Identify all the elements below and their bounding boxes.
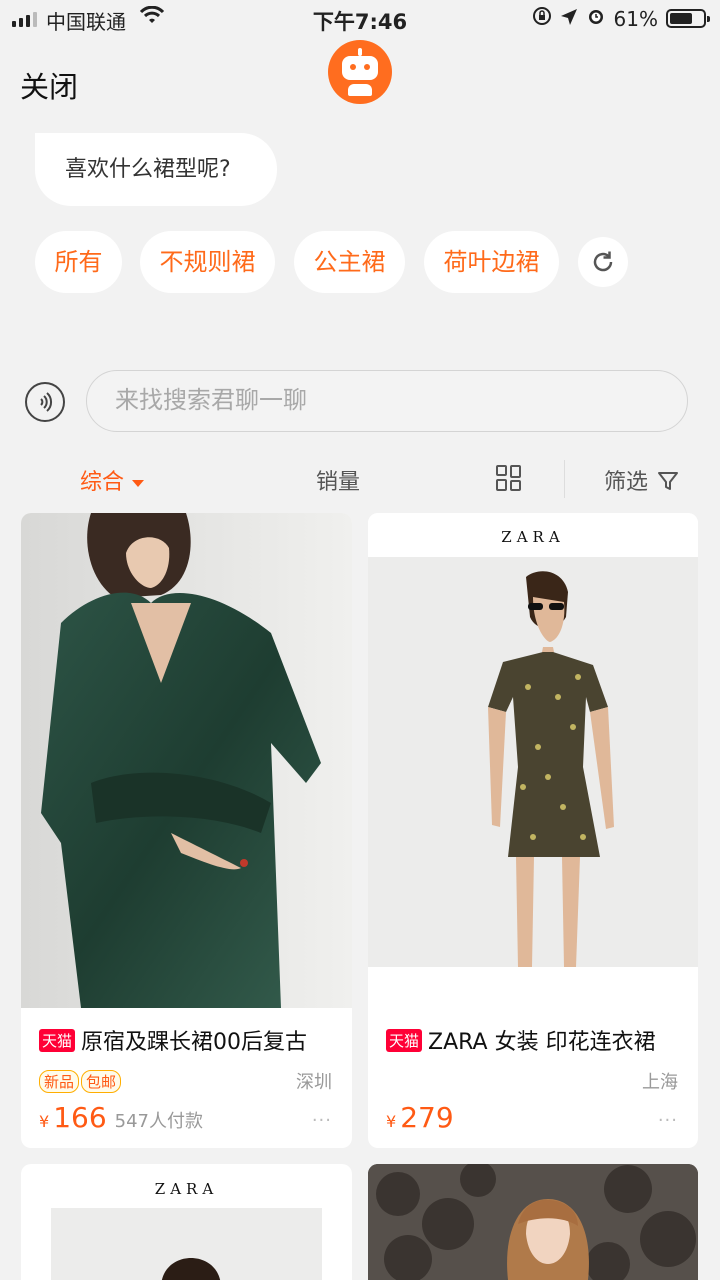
more-icon[interactable]: ··· bbox=[312, 1110, 332, 1131]
product-image[interactable] bbox=[51, 1208, 322, 1280]
filter-label: 筛选 bbox=[604, 470, 649, 495]
grid-view-icon[interactable] bbox=[496, 465, 522, 491]
status-bar: 中国联通 下午7:46 61% bbox=[0, 0, 720, 38]
chip-all[interactable]: 所有 bbox=[35, 231, 122, 293]
alarm-icon bbox=[586, 6, 606, 31]
product-price: ¥166 547人付款 bbox=[39, 1101, 203, 1134]
product-tags: 新品 包邮 bbox=[39, 1070, 123, 1093]
tmall-badge: 天猫 bbox=[39, 1029, 76, 1052]
product-price: ¥279 bbox=[386, 1101, 454, 1134]
voice-wave-icon bbox=[40, 392, 53, 412]
product-image[interactable]: ZARA bbox=[368, 513, 698, 968]
chip-irregular-skirt[interactable]: 不规则裙 bbox=[140, 231, 275, 293]
divider bbox=[564, 460, 565, 498]
zara-logo: ZARA bbox=[154, 1180, 219, 1198]
caret-down-icon bbox=[132, 479, 145, 487]
close-button[interactable]: 关闭 bbox=[20, 64, 78, 106]
sort-comprehensive-label: 综合 bbox=[80, 470, 125, 495]
filter-icon bbox=[658, 472, 679, 490]
more-icon[interactable]: ··· bbox=[658, 1110, 678, 1131]
filter-button[interactable]: 筛选 bbox=[604, 464, 679, 496]
sort-sales[interactable]: 销量 bbox=[316, 464, 360, 496]
assistant-robot-avatar[interactable] bbox=[328, 40, 392, 104]
product-card[interactable]: ZARA 天猫 ZARA 女装 印花连衣裙 上海 ¥279 ··· bbox=[368, 513, 698, 1148]
product-image[interactable] bbox=[368, 1164, 698, 1280]
price-value: 166 bbox=[53, 1101, 107, 1134]
product-location: 上海 bbox=[642, 1072, 678, 1093]
product-title[interactable]: 天猫 ZARA 女装 印花连衣裙 bbox=[386, 1024, 656, 1056]
product-card[interactable]: ZARA bbox=[21, 1164, 352, 1280]
sold-count: 547人付款 bbox=[114, 1111, 203, 1132]
voice-button[interactable] bbox=[25, 382, 65, 422]
product-card[interactable]: 天猫 原宿及踝长裙00后复古 新品 包邮 深圳 ¥166 547人付款 ··· bbox=[21, 513, 352, 1148]
refresh-button[interactable] bbox=[578, 237, 628, 287]
location-arrow-icon bbox=[560, 7, 578, 31]
chip-ruffle-skirt[interactable]: 荷叶边裙 bbox=[424, 231, 559, 293]
sort-comprehensive[interactable]: 综合 bbox=[80, 464, 145, 496]
refresh-icon bbox=[593, 251, 613, 272]
tag-new: 新品 bbox=[39, 1070, 80, 1093]
price-value: 279 bbox=[400, 1101, 454, 1134]
product-title-text: 原宿及踝长裙00后复古 bbox=[81, 1030, 308, 1055]
currency-symbol: ¥ bbox=[39, 1112, 50, 1131]
zara-logo: ZARA bbox=[501, 528, 565, 546]
tag-free-shipping: 包邮 bbox=[81, 1070, 122, 1093]
product-location: 深圳 bbox=[296, 1072, 332, 1093]
battery-icon bbox=[666, 9, 710, 28]
product-title[interactable]: 天猫 原宿及踝长裙00后复古 bbox=[39, 1024, 307, 1056]
tmall-badge: 天猫 bbox=[386, 1029, 423, 1052]
product-title-text: ZARA 女装 印花连衣裙 bbox=[428, 1030, 656, 1055]
rotation-lock-icon bbox=[532, 6, 552, 31]
assistant-question-bubble: 喜欢什么裙型呢? bbox=[35, 133, 277, 206]
chip-princess-skirt[interactable]: 公主裙 bbox=[294, 231, 405, 293]
product-image[interactable] bbox=[21, 513, 352, 1008]
battery-percent: 61% bbox=[613, 6, 658, 31]
product-card[interactable] bbox=[368, 1164, 698, 1280]
currency-symbol: ¥ bbox=[386, 1112, 397, 1131]
search-input[interactable]: 来找搜索君聊一聊 bbox=[86, 370, 688, 432]
